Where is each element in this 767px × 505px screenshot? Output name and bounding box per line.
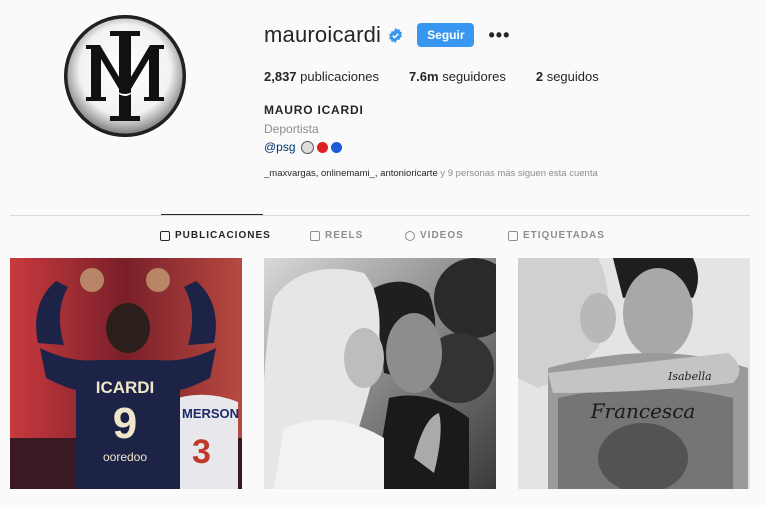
tab-label: PUBLICACIONES xyxy=(175,230,271,241)
video-icon xyxy=(405,230,415,241)
tattoo-arm-text: Isabella xyxy=(667,370,712,383)
posts-label: publicaciones xyxy=(300,69,379,84)
following-stat[interactable]: 2 seguidos xyxy=(536,69,599,84)
post-thumbnail[interactable]: Isabella Francesca xyxy=(518,258,750,489)
bio-mention-link[interactable]: @psg xyxy=(264,140,296,154)
tab-label: REELS xyxy=(325,230,364,241)
posts-count: 2,837 xyxy=(264,69,297,84)
tab-publicaciones[interactable]: PUBLICACIONES xyxy=(160,230,271,241)
tab-label: ETIQUETADAS xyxy=(523,230,605,241)
more-options-icon[interactable]: ••• xyxy=(488,25,510,46)
other-player-number: 3 xyxy=(192,433,211,471)
posts-stat: 2,837 publicaciones xyxy=(264,69,379,84)
tab-label: VIDEOS xyxy=(420,230,464,241)
tab-videos[interactable]: VIDEOS xyxy=(405,230,464,241)
jersey-number: 9 xyxy=(113,399,137,448)
followers-stat[interactable]: 7.6m seguidores xyxy=(409,69,506,84)
profile-stats: 2,837 publicaciones 7.6m seguidores 2 se… xyxy=(264,69,629,84)
following-label: seguidos xyxy=(546,69,599,84)
tattoo-chest-text: Francesca xyxy=(590,399,696,423)
following-count: 2 xyxy=(535,69,544,84)
followed-by-text[interactable]: _maxvargas, onlinemami_, antonioricarte … xyxy=(264,168,598,179)
full-name: MAURO ICARDI xyxy=(264,103,364,117)
other-player-name: MERSON xyxy=(182,406,239,421)
reels-icon xyxy=(310,230,320,241)
category-label: Deportista xyxy=(264,122,319,136)
jersey-sponsor: ooredoo xyxy=(103,450,147,464)
grid-icon xyxy=(160,230,170,241)
blue-circle-icon xyxy=(330,141,342,153)
followers-count: 7.6m xyxy=(408,69,439,84)
tattoo-couple-photo: Isabella Francesca xyxy=(518,258,750,489)
followed-by-names[interactable]: _maxvargas, onlinemami_, antonioricarte xyxy=(264,168,438,179)
couple-kiss-photo xyxy=(264,258,496,489)
mi-logo-icon xyxy=(64,15,186,137)
post-thumbnail[interactable] xyxy=(264,258,496,489)
tab-reels[interactable]: REELS xyxy=(310,230,363,241)
jersey-name: ICARDI xyxy=(96,378,155,397)
follow-button[interactable]: Seguir xyxy=(417,23,475,47)
active-tab-indicator xyxy=(161,214,263,215)
tab-etiquetadas[interactable]: ETIQUETADAS xyxy=(508,230,605,241)
soccer-ball-icon xyxy=(300,140,314,154)
verified-badge-icon xyxy=(389,27,403,43)
followers-label: seguidores xyxy=(442,69,506,84)
followed-by-suffix: y 9 personas más siguen esta cuenta xyxy=(440,168,598,179)
bio: @psg xyxy=(264,140,342,154)
red-circle-icon xyxy=(316,141,328,153)
tabs-divider xyxy=(10,215,750,216)
username: mauroicardi xyxy=(264,22,382,47)
username-row: mauroicardi Seguir ••• xyxy=(264,22,510,48)
football-celebration-photo: MERSON 3 ICARDI 9 ooredoo xyxy=(10,258,242,489)
post-thumbnail[interactable]: MERSON 3 ICARDI 9 ooredoo xyxy=(10,258,242,489)
profile-avatar[interactable] xyxy=(64,15,186,137)
tag-icon xyxy=(508,230,518,241)
